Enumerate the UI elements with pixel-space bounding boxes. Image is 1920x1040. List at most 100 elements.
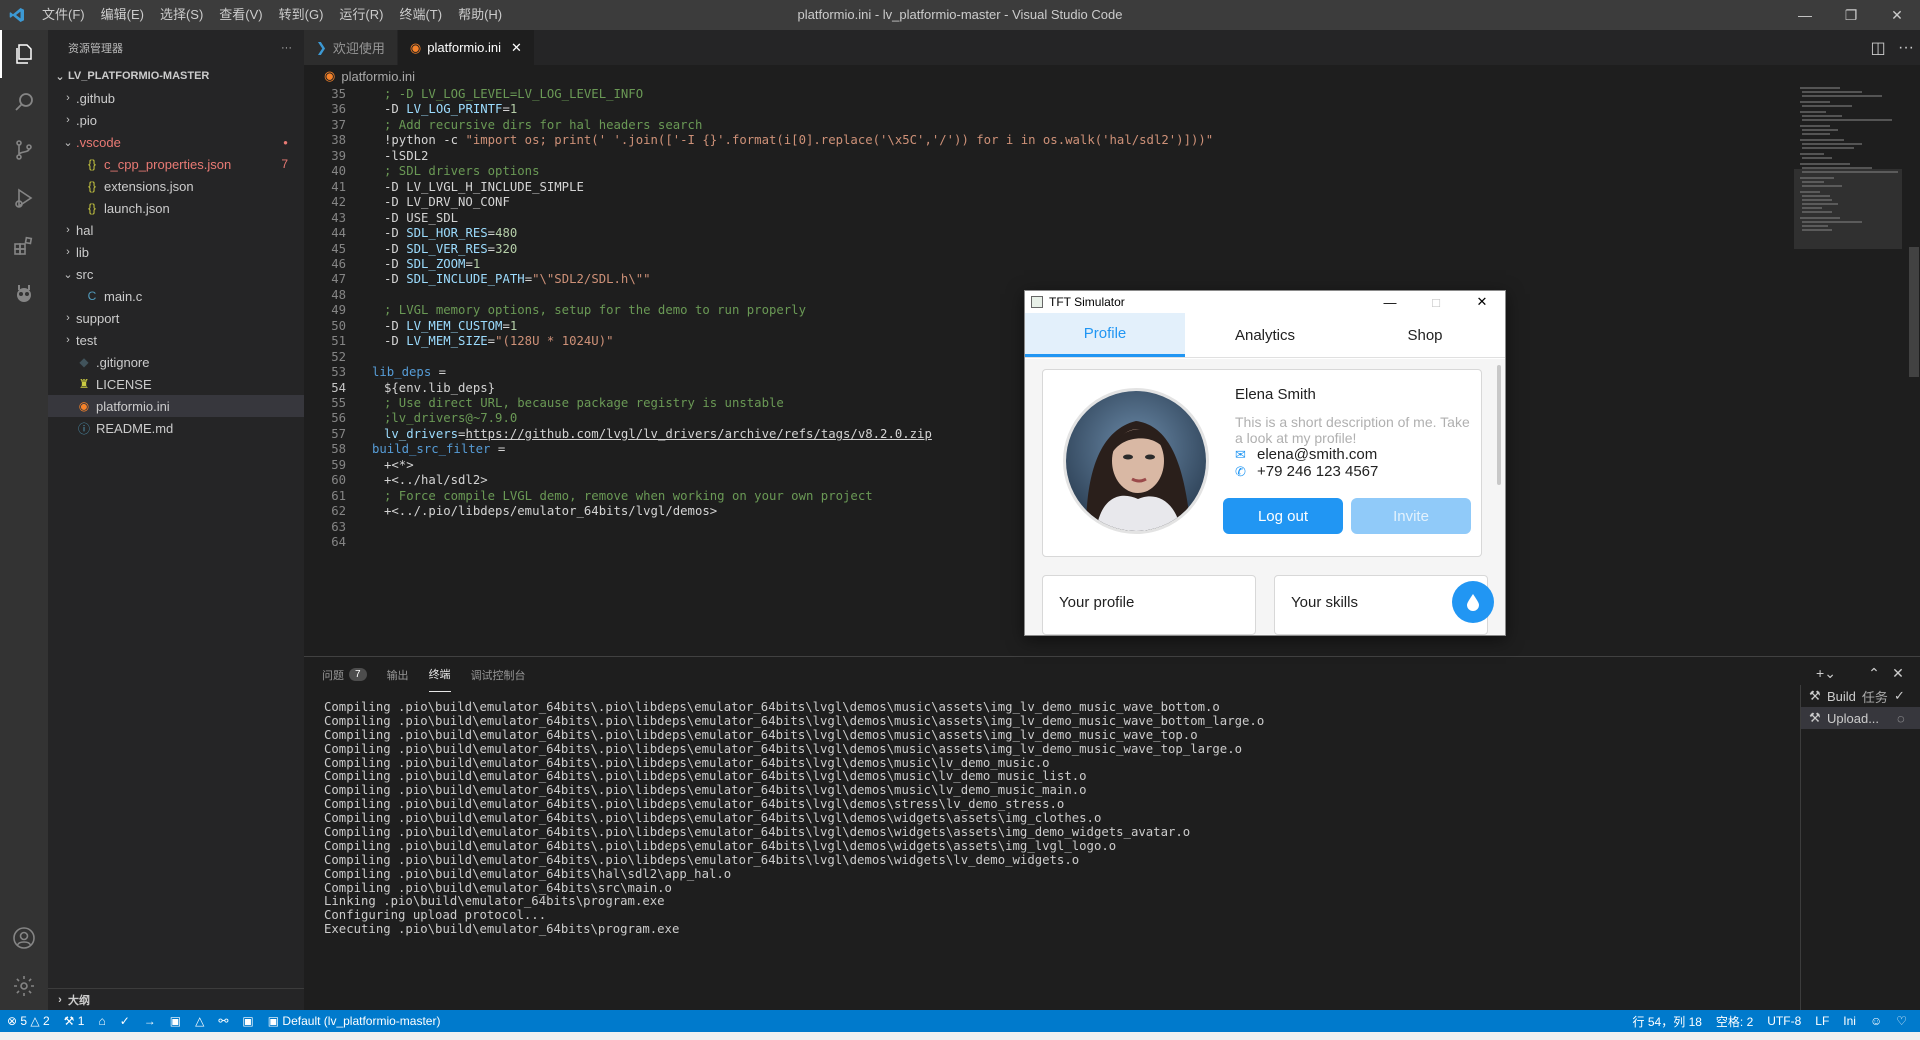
problems-status[interactable]: ⊗ 5 △ 2 — [0, 1014, 57, 1028]
feedback-icon[interactable]: ☺ — [1863, 1013, 1889, 1030]
more-actions-button[interactable]: ··· — [281, 42, 292, 54]
tab-terminal[interactable]: 终端 — [428, 657, 451, 692]
line-number: 42 — [331, 195, 346, 210]
drop-button[interactable] — [1452, 581, 1494, 623]
tab-welcome[interactable]: ❯ 欢迎使用 — [304, 30, 398, 65]
tab-analytics[interactable]: Analytics — [1185, 313, 1345, 357]
code-text: ; Add recursive dirs for hal headers sea… — [384, 117, 703, 132]
menu-terminal[interactable]: 终端(T) — [391, 0, 450, 30]
maximize-panel-icon[interactable]: ⌃ — [1862, 665, 1886, 682]
tab-profile[interactable]: Profile — [1025, 313, 1185, 357]
tree-item[interactable]: {} c_cpp_properties.json 7 — [48, 153, 304, 175]
extensions-icon[interactable] — [0, 222, 48, 270]
more-icon[interactable]: ··· — [1892, 39, 1920, 57]
tab-problems[interactable]: 问题 7 — [322, 657, 367, 692]
close-window-button[interactable]: ✕ — [1874, 0, 1920, 30]
line-number: 49 — [331, 303, 346, 318]
menu-file[interactable]: 文件(F) — [34, 0, 93, 30]
tree-item[interactable]: ◉ platformio.ini — [48, 395, 304, 417]
menu-help[interactable]: 帮助(H) — [450, 0, 510, 30]
tree-item[interactable]: › lib — [48, 241, 304, 263]
menu-go[interactable]: 转到(G) — [271, 0, 332, 30]
pio-upload-button[interactable]: → — [137, 1014, 163, 1028]
explorer-icon[interactable] — [0, 30, 48, 78]
pio-env-selector[interactable]: ▣ Default (lv_platformio-master) — [261, 1014, 448, 1028]
pio-monitor-button[interactable]: ⚯ — [211, 1014, 235, 1028]
tree-item[interactable]: ◆ .gitignore — [48, 351, 304, 373]
tab-debug-console[interactable]: 调试控制台 — [471, 657, 526, 692]
task-upload[interactable]: ⚒ Upload... ◌ — [1801, 707, 1920, 729]
line-number: 48 — [331, 287, 346, 302]
account-icon[interactable] — [0, 914, 48, 962]
menu-view[interactable]: 查看(V) — [211, 0, 270, 30]
tree-item[interactable]: {} launch.json — [48, 197, 304, 219]
code-line: 43 -D USE_SDL — [304, 211, 1784, 226]
menu-selection[interactable]: 选择(S) — [152, 0, 211, 30]
tree-item[interactable]: {} extensions.json — [48, 175, 304, 197]
close-panel-icon[interactable]: ✕ — [1886, 665, 1910, 682]
remote-status[interactable]: ⚒ 1 — [57, 1014, 92, 1028]
end-of-line[interactable]: LF — [1808, 1013, 1836, 1030]
logout-button[interactable]: Log out — [1223, 498, 1343, 534]
tab-output[interactable]: 输出 — [387, 657, 409, 692]
invite-button[interactable]: Invite — [1351, 498, 1471, 534]
water-drop-icon — [1467, 594, 1479, 611]
source-control-icon[interactable] — [0, 126, 48, 174]
tft-content[interactable]: Elena Smith This is a short description … — [1025, 359, 1505, 635]
cursor-position[interactable]: 行 54，列 18 — [1626, 1013, 1709, 1030]
search-icon[interactable] — [0, 78, 48, 126]
menu-edit[interactable]: 编辑(E) — [93, 0, 152, 30]
tft-close-button[interactable]: ✕ — [1459, 291, 1505, 313]
close-tab-icon[interactable]: ✕ — [511, 40, 522, 56]
terminal-line: Compiling .pio\build\emulator_64bits\.pi… — [324, 825, 1191, 840]
new-terminal-icon[interactable]: +⌄ — [1814, 665, 1838, 682]
tab-shop[interactable]: Shop — [1345, 313, 1505, 357]
tft-maximize-button[interactable]: □ — [1413, 291, 1459, 313]
tab-platformio-ini[interactable]: ◉ platformio.ini ✕ — [397, 30, 535, 65]
encoding[interactable]: UTF-8 — [1760, 1013, 1808, 1030]
minimize-button[interactable]: — — [1782, 0, 1828, 30]
split-terminal-icon[interactable] — [1838, 665, 1862, 682]
editor-scrollbar[interactable] — [1906, 87, 1920, 657]
terminal-line: Compiling .pio\build\emulator_64bits\.pi… — [324, 769, 1087, 784]
run-debug-icon[interactable] — [0, 174, 48, 222]
notifications-bell-icon[interactable]: ♡ — [1889, 1013, 1914, 1030]
pio-test-button[interactable]: △ — [188, 1014, 211, 1028]
tree-item[interactable]: › hal — [48, 219, 304, 241]
tree-item[interactable]: ⌄ src — [48, 263, 304, 285]
your-profile-card[interactable]: Your profile — [1042, 575, 1256, 635]
tree-item[interactable]: Cmain.c — [48, 285, 304, 307]
tree-item[interactable]: ⌄ .vscode ● — [48, 131, 304, 153]
task-build[interactable]: ⚒ Build 任务 ✓ — [1801, 685, 1920, 707]
menu-run[interactable]: 运行(R) — [331, 0, 391, 30]
indentation[interactable]: 空格: 2 — [1709, 1013, 1760, 1030]
tree-item-label: lib — [76, 244, 90, 260]
pio-terminal-button[interactable]: ▣ — [235, 1014, 260, 1028]
restore-button[interactable]: ❐ — [1828, 0, 1874, 30]
workspace-root[interactable]: ⌄ LV_PLATFORMIO-MASTER — [48, 65, 304, 87]
tree-item[interactable]: › .github — [48, 87, 304, 109]
tree-item[interactable]: › support — [48, 307, 304, 329]
breadcrumb-file[interactable]: platformio.ini — [341, 69, 415, 84]
tft-scrollbar[interactable] — [1497, 365, 1501, 485]
tft-minimize-button[interactable]: — — [1367, 291, 1413, 313]
pio-build-button[interactable]: ✓ — [113, 1014, 137, 1028]
tft-window-controls: — □ ✕ — [1367, 291, 1505, 313]
minimap[interactable] — [1794, 87, 1906, 657]
split-editor-icon[interactable]: ◫ — [1864, 38, 1892, 58]
platformio-icon[interactable] — [0, 270, 48, 318]
pio-home-button[interactable]: ⌂ — [91, 1014, 112, 1028]
code-line: 41 -D LV_LVGL_H_INCLUDE_SIMPLE — [304, 180, 1784, 195]
outline-section[interactable]: › 大纲 — [48, 988, 304, 1010]
tree-item[interactable]: › test — [48, 329, 304, 351]
settings-gear-icon[interactable] — [0, 962, 48, 1010]
tree-item[interactable]: ♜ LICENSE — [48, 373, 304, 395]
line-number: 50 — [331, 318, 346, 333]
tree-item[interactable]: › .pio — [48, 109, 304, 131]
tree-item[interactable]: ⓘ README.md — [48, 417, 304, 439]
pio-clean-button[interactable]: ▣ — [163, 1014, 188, 1028]
terminal-output[interactable]: Compiling .pio\build\emulator_64bits\.pi… — [324, 700, 1264, 937]
explorer-sidebar: 资源管理器 ··· ⌄ LV_PLATFORMIO-MASTER › .githu… — [48, 30, 304, 1010]
vscode-logo-icon — [0, 0, 34, 30]
language-mode[interactable]: Ini — [1836, 1013, 1863, 1030]
